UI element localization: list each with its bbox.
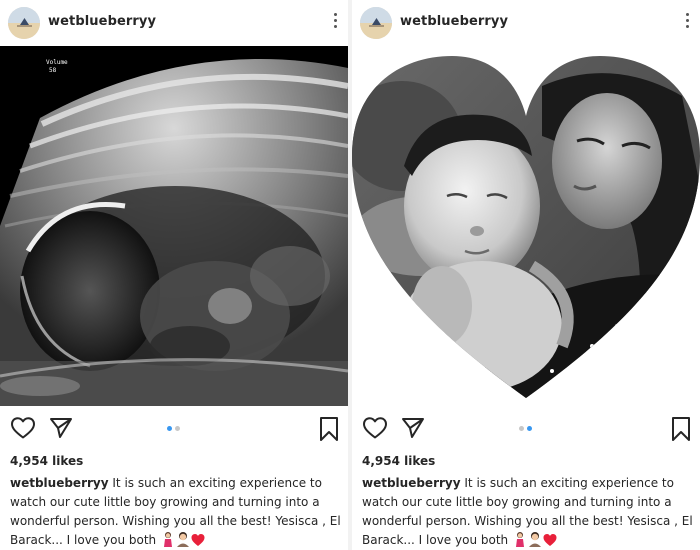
man-emoji: [528, 532, 541, 547]
red-heart-emoji: [191, 534, 205, 546]
carousel-dot: [175, 426, 180, 431]
ultrasound-label-volume: Volume: [46, 59, 68, 66]
post-image-ultrasound[interactable]: Volume 58: [0, 46, 348, 406]
woman-emoji: [515, 532, 524, 547]
more-vertical-icon[interactable]: [684, 13, 690, 33]
carousel-indicator: [167, 426, 187, 432]
post-caption: wetblueberryy It is such an exciting exp…: [362, 474, 696, 550]
heart-outline-icon[interactable]: [10, 416, 36, 440]
avatar[interactable]: [360, 7, 392, 39]
man-emoji: [176, 532, 189, 547]
more-vertical-icon[interactable]: [332, 13, 338, 33]
bookmark-icon[interactable]: [318, 416, 340, 442]
post-card-left: wetblueberryy Volume 58 4,954 likes wetb…: [0, 0, 348, 550]
caption-username[interactable]: wetblueberryy: [362, 476, 461, 490]
username[interactable]: wetblueberryy: [48, 14, 156, 29]
carousel-dot: [167, 426, 172, 431]
like-count[interactable]: 4,954 likes: [362, 454, 435, 468]
post-actions: [352, 410, 700, 446]
username[interactable]: wetblueberryy: [400, 14, 508, 29]
like-count[interactable]: 4,954 likes: [10, 454, 83, 468]
avatar[interactable]: [8, 7, 40, 39]
post-header: wetblueberryy: [352, 0, 700, 46]
post-card-right: wetblueberryy 4,954 likes wetblueberryy …: [352, 0, 700, 550]
carousel-dot: [527, 426, 532, 431]
post-actions: [0, 410, 348, 446]
paper-plane-icon[interactable]: [401, 416, 425, 440]
paper-plane-icon[interactable]: [49, 416, 73, 440]
red-heart-emoji: [543, 534, 557, 546]
ultrasound-label-value: 58: [49, 67, 57, 74]
carousel-indicator: [519, 426, 539, 432]
carousel-dot: [519, 426, 524, 431]
caption-username[interactable]: wetblueberryy: [10, 476, 109, 490]
woman-emoji: [163, 532, 172, 547]
heart-outline-icon[interactable]: [362, 416, 388, 440]
post-caption: wetblueberryy It is such an exciting exp…: [10, 474, 344, 550]
post-image-heart-photo[interactable]: [352, 46, 700, 406]
post-header: wetblueberryy: [0, 0, 348, 46]
bookmark-icon[interactable]: [670, 416, 692, 442]
